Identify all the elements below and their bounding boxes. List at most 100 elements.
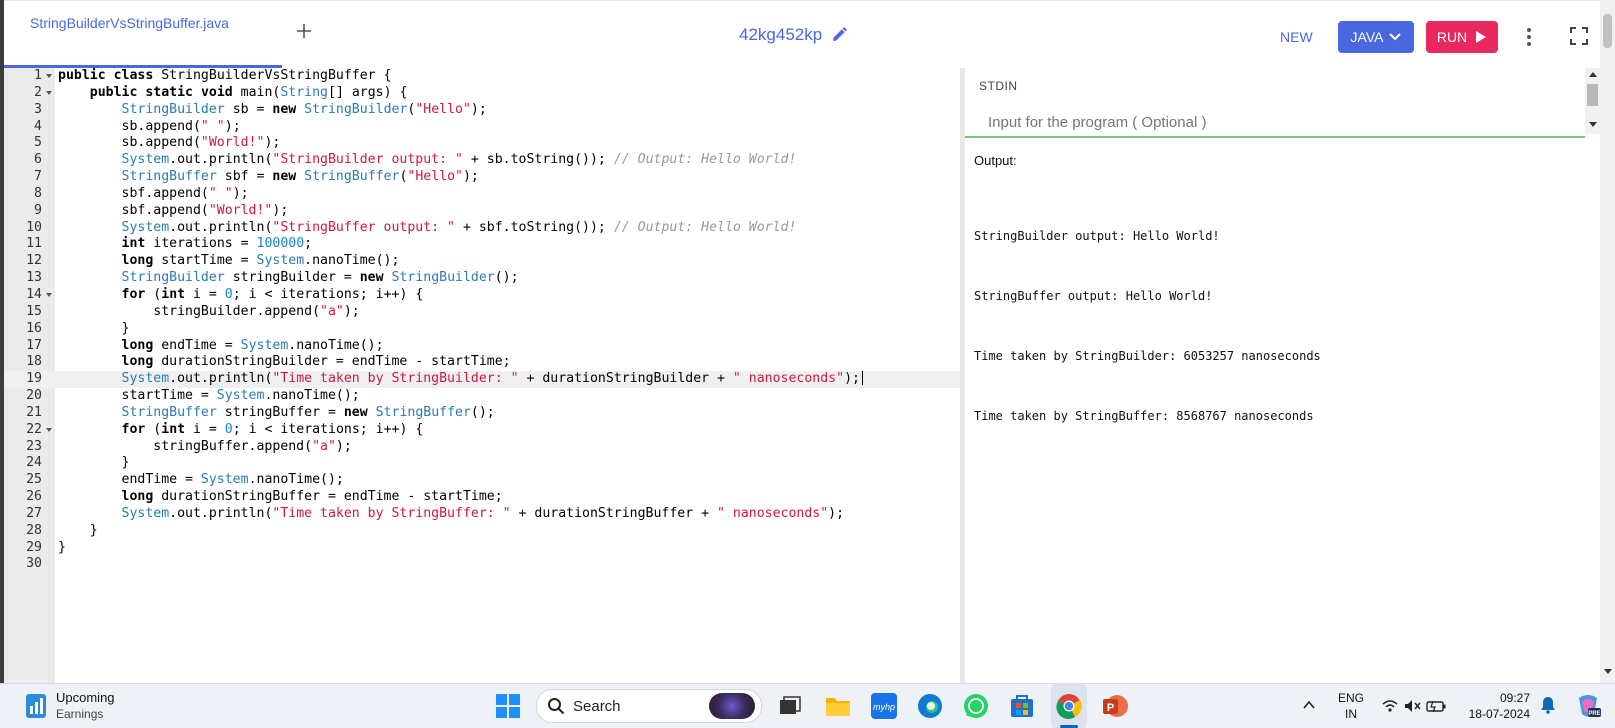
line-number: 29 (26, 539, 42, 555)
fold-toggle-icon[interactable] (46, 292, 52, 297)
fold-toggle-icon[interactable] (46, 74, 52, 78)
code-text: } (58, 455, 130, 471)
code-text: sbf.append(" "); (58, 185, 249, 201)
file-tab[interactable]: StringBuilderVsStringBuffer.java (30, 15, 229, 31)
notification-bell-icon[interactable] (1540, 696, 1556, 714)
pencil-icon[interactable] (830, 26, 848, 44)
code-line[interactable]: 5 sb.append("World!"); (4, 135, 960, 152)
myhp-icon[interactable]: myhp (870, 692, 898, 720)
code-line[interactable]: 6 System.out.println("StringBuilder outp… (4, 152, 960, 169)
code-line[interactable]: 19 System.out.println("Time taken by Str… (4, 371, 960, 389)
code-text: long endTime = System.nanoTime(); (121, 337, 384, 353)
powerpoint-icon[interactable]: P (1101, 692, 1129, 720)
edge-icon[interactable] (916, 692, 944, 720)
code-line[interactable]: 14 for (int i = 0; i < iterations; i++) … (4, 287, 960, 304)
code-line[interactable]: 8 sbf.append(" "); (4, 186, 960, 203)
more-options-icon[interactable] (1524, 27, 1534, 47)
scroll-down-icon[interactable] (1589, 122, 1597, 127)
code-line[interactable]: 18 long durationStringBuilder = endTime … (4, 354, 960, 371)
code-line[interactable]: 17 long endTime = System.nanoTime(); (4, 338, 960, 355)
output-label: Output: (974, 153, 1017, 168)
code-line[interactable]: 21 StringBuffer stringBuffer = new Strin… (4, 405, 960, 422)
line-number: 21 (26, 404, 42, 420)
line-number: 2 (34, 84, 42, 100)
code-line[interactable]: 29} (4, 540, 960, 557)
code-line[interactable]: 2 public static void main(String[] args)… (4, 85, 960, 102)
code-text: StringBuilder sb = new StringBuilder("He… (121, 101, 487, 117)
task-view-icon[interactable] (776, 692, 804, 720)
copilot-icon[interactable]: PRE (1574, 692, 1602, 720)
code-line[interactable]: 12 long startTime = System.nanoTime(); (4, 253, 960, 270)
code-lines[interactable]: 1 public class StringBuilderVsStringBuffe… (4, 68, 960, 573)
line-number: 5 (34, 135, 42, 151)
page-scrollbar-thumb[interactable] (1603, 14, 1612, 48)
page-scrollbar[interactable] (1600, 0, 1615, 683)
code-line[interactable]: 13 StringBuilder stringBuilder = new Str… (4, 270, 960, 287)
language-select[interactable]: JAVA (1338, 21, 1414, 53)
code-line[interactable]: 3 StringBuilder sb = new StringBuilder("… (4, 102, 960, 119)
stock-chart-icon (26, 694, 46, 718)
code-line[interactable]: 22 for (int i = 0; i < iterations; i++) … (4, 422, 960, 439)
code-line[interactable]: 9 sbf.append("World!"); (4, 203, 960, 220)
code-editor[interactable]: 1 public class StringBuilderVsStringBuffe… (4, 68, 960, 683)
add-tab-icon[interactable] (294, 21, 314, 41)
windows-start-icon[interactable] (494, 692, 522, 720)
panel-scroll-down-icon[interactable] (1604, 669, 1612, 674)
code-line[interactable]: 11 int iterations = 100000; (4, 236, 960, 253)
line-number: 15 (26, 303, 42, 319)
line-number: 10 (26, 219, 42, 235)
line-number: 3 (34, 101, 42, 117)
code-line[interactable]: 10 System.out.println("StringBuffer outp… (4, 220, 960, 237)
line-number: 30 (26, 556, 42, 572)
stdin-scrollbar-thumb[interactable] (1587, 84, 1598, 106)
code-line[interactable]: 30 (4, 556, 960, 573)
file-explorer-icon[interactable] (824, 692, 852, 720)
code-line[interactable]: 27 System.out.println("Time taken by Str… (4, 506, 960, 523)
code-text: StringBuffer sbf = new StringBuffer("Hel… (121, 169, 479, 185)
scroll-up-icon[interactable] (1589, 72, 1597, 77)
battery-icon (1426, 700, 1446, 713)
run-label: RUN (1436, 29, 1468, 45)
code-line[interactable]: 25 endTime = System.nanoTime(); (4, 472, 960, 489)
new-button[interactable]: NEW (1280, 29, 1313, 45)
stdin-input[interactable] (965, 108, 1585, 138)
chrome-icon[interactable] (1055, 692, 1083, 720)
line-number: 1 (34, 68, 42, 83)
code-text: stringBuffer.append("a"); (58, 438, 352, 454)
code-line[interactable]: 1 public class StringBuilderVsStringBuffe… (4, 68, 960, 85)
project-id: 42kg452kp (739, 25, 823, 44)
chevron-up-icon[interactable] (1302, 698, 1316, 712)
date: 18-07-2024 (1468, 707, 1530, 721)
store-icon[interactable] (1008, 692, 1036, 720)
code-line[interactable]: 20 startTime = System.nanoTime(); (4, 388, 960, 405)
chevron-down-icon (1389, 33, 1402, 41)
code-text: System.out.println("StringBuffer output:… (121, 219, 797, 235)
fold-toggle-icon[interactable] (46, 427, 52, 432)
line-number: 26 (26, 489, 42, 505)
code-text: System.out.println("Time taken by String… (58, 371, 863, 388)
run-button[interactable]: RUN (1426, 21, 1498, 53)
volume-muted-icon (1405, 700, 1421, 712)
clock[interactable]: 09:27 18-07-2024 (1458, 690, 1530, 722)
whatsapp-icon[interactable] (962, 692, 990, 720)
code-text: sbf.append("World!"); (58, 202, 289, 218)
code-line[interactable]: 23 stringBuffer.append("a"); (4, 439, 960, 456)
code-line[interactable]: 15 stringBuilder.append("a"); (4, 304, 960, 321)
code-text: long durationStringBuilder = endTime - s… (121, 354, 511, 370)
code-line[interactable]: 28 } (4, 523, 960, 540)
line-number: 11 (26, 236, 42, 252)
code-text: startTime = System.nanoTime(); (58, 388, 360, 404)
fold-toggle-icon[interactable] (46, 90, 52, 95)
stdin-scrollbar[interactable] (1585, 68, 1600, 134)
language-indicator[interactable]: ENG IN (1338, 690, 1364, 722)
project-title: 42kg452kp (739, 25, 848, 45)
widgets-button[interactable]: Upcoming Earnings (24, 690, 134, 724)
code-line[interactable]: 7 StringBuffer sbf = new StringBuffer("H… (4, 169, 960, 186)
code-line[interactable]: 26 long durationStringBuffer = endTime -… (4, 489, 960, 506)
code-line[interactable]: 4 sb.append(" "); (4, 119, 960, 136)
code-line[interactable]: 24 } (4, 455, 960, 472)
system-tray-icons[interactable] (1380, 696, 1450, 716)
taskbar-search[interactable]: Search (536, 689, 762, 723)
fullscreen-icon[interactable] (1570, 27, 1588, 45)
code-line[interactable]: 16 } (4, 321, 960, 338)
